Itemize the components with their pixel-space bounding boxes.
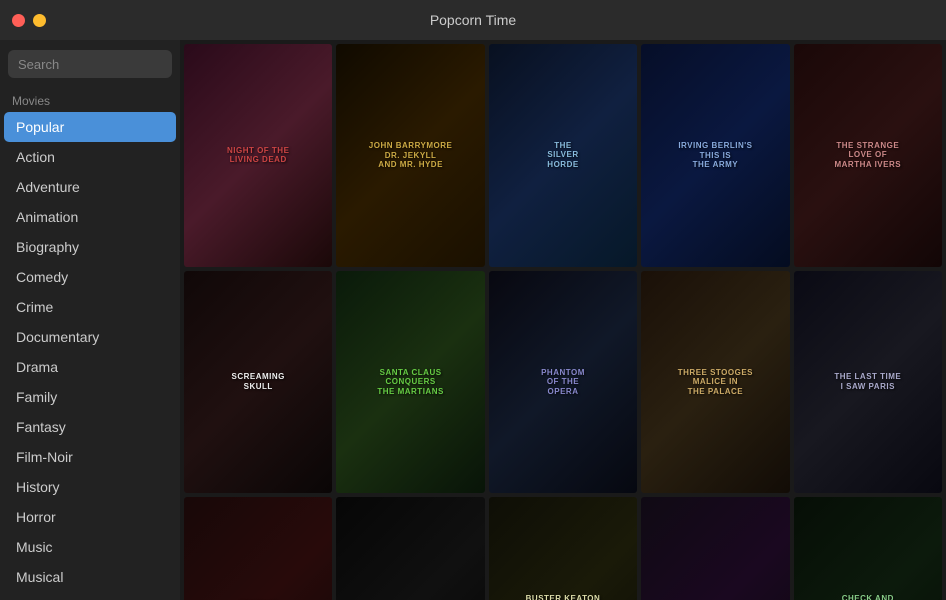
minimize-button[interactable]: [33, 14, 46, 27]
movie-poster: THREE STOOGES MALICE IN THE PALACE: [641, 271, 789, 494]
movie-card[interactable]: SANTA CLAUS CONQUERS THE MARTIANS: [336, 271, 484, 494]
sidebar-item-family[interactable]: Family: [4, 382, 176, 412]
movie-poster: MENTSIA: [641, 497, 789, 600]
movie-card[interactable]: THE LAST TIME I SAW PARIS: [794, 271, 942, 494]
movie-card[interactable]: PHANTOM OF THE OPERA: [489, 271, 637, 494]
sidebar-item-music[interactable]: Music: [4, 532, 176, 562]
sidebar-item-popular[interactable]: Popular: [4, 112, 176, 142]
movie-poster: THE LAST TIME I SAW PARIS: [794, 271, 942, 494]
movie-poster: SANTA CLAUS CONQUERS THE MARTIANS: [336, 271, 484, 494]
movie-poster: JOHN BARRYMORE DR. JEKYLL AND MR. HYDE: [336, 44, 484, 267]
sidebar-item-horror[interactable]: Horror: [4, 502, 176, 532]
movie-card[interactable]: JOHN BARRYMORE DR. JEKYLL AND MR. HYDE: [336, 44, 484, 267]
sidebar-item-adventure[interactable]: Adventure: [4, 172, 176, 202]
movie-card[interactable]: MENTSIA: [641, 497, 789, 600]
movie-poster: NIGHT OF THE LIVING DEAD: [184, 44, 332, 267]
sidebar-item-comedy[interactable]: Comedy: [4, 262, 176, 292]
movie-card[interactable]: THREE STOOGES MALICE IN THE PALACE: [641, 271, 789, 494]
movie-poster: THE STRANGE LOVE OF MARTHA IVERS: [794, 44, 942, 267]
movie-card[interactable]: IRVING BERLIN'S THIS IS THE ARMY: [641, 44, 789, 267]
movie-poster: HORROR !!!: [184, 497, 332, 600]
movie-card[interactable]: CHECK AND DOUBLE CHECK: [794, 497, 942, 600]
movie-poster: CHECK AND DOUBLE CHECK: [794, 497, 942, 600]
movie-card[interactable]: HEMP: [336, 497, 484, 600]
movie-poster: SCREAMING SKULL: [184, 271, 332, 494]
titlebar: Popcorn Time: [0, 0, 946, 40]
sidebar-item-documentary[interactable]: Documentary: [4, 322, 176, 352]
sidebar-item-musical[interactable]: Musical: [4, 562, 176, 592]
movie-card[interactable]: THE SILVER HORDE: [489, 44, 637, 267]
sidebar-item-drama[interactable]: Drama: [4, 352, 176, 382]
movies-section-label: Movies: [0, 88, 180, 112]
movie-card[interactable]: HORROR !!!: [184, 497, 332, 600]
sidebar-item-fantasy[interactable]: Fantasy: [4, 412, 176, 442]
movie-poster: HEMP: [336, 497, 484, 600]
sidebar-item-biography[interactable]: Biography: [4, 232, 176, 262]
sidebar-item-action[interactable]: Action: [4, 142, 176, 172]
sidebar-item-film-noir[interactable]: Film-Noir: [4, 442, 176, 472]
app-title: Popcorn Time: [430, 12, 516, 28]
search-input[interactable]: [18, 57, 180, 72]
sidebar-item-crime[interactable]: Crime: [4, 292, 176, 322]
sidebar: 🔍 Movies PopularActionAdventureAnimation…: [0, 40, 180, 600]
movie-poster: IRVING BERLIN'S THIS IS THE ARMY: [641, 44, 789, 267]
movie-poster: BUSTER KEATON THE GENERAL: [489, 497, 637, 600]
window-controls: [12, 14, 46, 27]
movie-card[interactable]: BUSTER KEATON THE GENERAL: [489, 497, 637, 600]
search-container: 🔍: [0, 40, 180, 88]
close-button[interactable]: [12, 14, 25, 27]
movie-poster: PHANTOM OF THE OPERA: [489, 271, 637, 494]
movie-poster: THE SILVER HORDE: [489, 44, 637, 267]
content-area[interactable]: NIGHT OF THE LIVING DEADJOHN BARRYMORE D…: [180, 40, 946, 600]
sidebar-item-animation[interactable]: Animation: [4, 202, 176, 232]
search-box[interactable]: 🔍: [8, 50, 172, 78]
movie-grid: NIGHT OF THE LIVING DEADJOHN BARRYMORE D…: [184, 44, 942, 600]
sidebar-item-history[interactable]: History: [4, 472, 176, 502]
movie-card[interactable]: SCREAMING SKULL: [184, 271, 332, 494]
movie-card[interactable]: THE STRANGE LOVE OF MARTHA IVERS: [794, 44, 942, 267]
main-layout: 🔍 Movies PopularActionAdventureAnimation…: [0, 40, 946, 600]
nav-items-list: PopularActionAdventureAnimationBiography…: [0, 112, 180, 592]
movie-card[interactable]: NIGHT OF THE LIVING DEAD: [184, 44, 332, 267]
